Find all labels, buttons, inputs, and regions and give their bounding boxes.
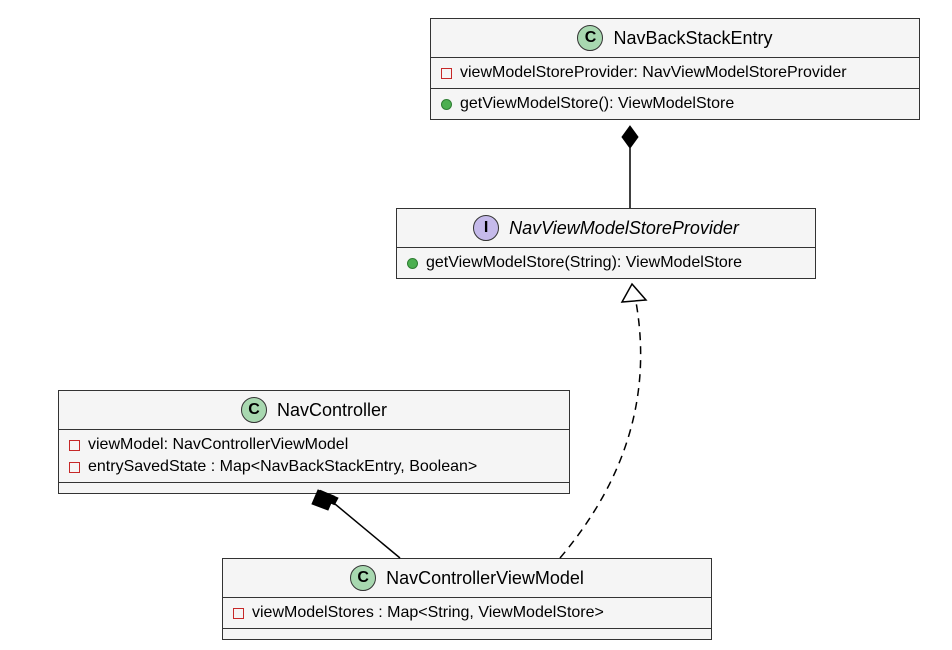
class-header: C NavBackStackEntry	[431, 19, 919, 58]
method-row: getViewModelStore(): ViewModelStore	[441, 93, 909, 115]
methods-section-empty	[223, 629, 711, 639]
class-nav-back-stack-entry: C NavBackStackEntry viewModelStoreProvid…	[430, 18, 920, 120]
method-text: getViewModelStore(String): ViewModelStor…	[426, 254, 742, 272]
interface-header: I NavViewModelStoreProvider	[397, 209, 815, 248]
class-badge-icon: C	[350, 565, 376, 591]
field-text: viewModelStoreProvider: NavViewModelStor…	[460, 64, 847, 82]
class-badge-icon: C	[577, 25, 603, 51]
private-visibility-icon	[233, 608, 244, 619]
class-nav-controller-view-model: C NavControllerViewModel viewModelStores…	[222, 558, 712, 640]
class-nav-controller: C NavController viewModel: NavController…	[58, 390, 570, 494]
class-name-label: NavBackStackEntry	[613, 28, 772, 49]
public-visibility-icon	[441, 99, 452, 110]
method-row: getViewModelStore(String): ViewModelStor…	[407, 252, 805, 274]
class-name-label: NavControllerViewModel	[386, 568, 584, 589]
methods-section: getViewModelStore(String): ViewModelStor…	[397, 248, 815, 278]
field-text: viewModelStores : Map<String, ViewModelS…	[252, 604, 604, 622]
field-row: viewModelStores : Map<String, ViewModelS…	[233, 602, 701, 624]
public-visibility-icon	[407, 258, 418, 269]
field-text: entrySavedState : Map<NavBackStackEntry,…	[88, 458, 477, 476]
private-visibility-icon	[69, 462, 80, 473]
methods-section-empty	[59, 483, 569, 493]
interface-nav-view-model-store-provider: I NavViewModelStoreProvider getViewModel…	[396, 208, 816, 279]
method-text: getViewModelStore(): ViewModelStore	[460, 95, 734, 113]
composition-line	[335, 504, 400, 558]
fields-section: viewModelStores : Map<String, ViewModelS…	[223, 598, 711, 629]
class-badge-icon: C	[241, 397, 267, 423]
private-visibility-icon	[441, 68, 452, 79]
realization-line	[560, 302, 641, 558]
realization-arrow-icon	[622, 284, 646, 302]
interface-badge-icon: I	[473, 215, 499, 241]
class-header: C NavController	[59, 391, 569, 430]
class-name-label: NavController	[277, 400, 387, 421]
field-row: viewModel: NavControllerViewModel	[69, 434, 559, 456]
fields-section: viewModelStoreProvider: NavViewModelStor…	[431, 58, 919, 89]
field-row: viewModelStoreProvider: NavViewModelStor…	[441, 62, 909, 84]
fields-section: viewModel: NavControllerViewModel entryS…	[59, 430, 569, 483]
field-row: entrySavedState : Map<NavBackStackEntry,…	[69, 456, 559, 478]
composition-diamond-icon	[622, 126, 638, 148]
interface-name-label: NavViewModelStoreProvider	[509, 218, 739, 239]
private-visibility-icon	[69, 440, 80, 451]
class-header: C NavControllerViewModel	[223, 559, 711, 598]
field-text: viewModel: NavControllerViewModel	[88, 436, 348, 454]
methods-section: getViewModelStore(): ViewModelStore	[431, 89, 919, 119]
